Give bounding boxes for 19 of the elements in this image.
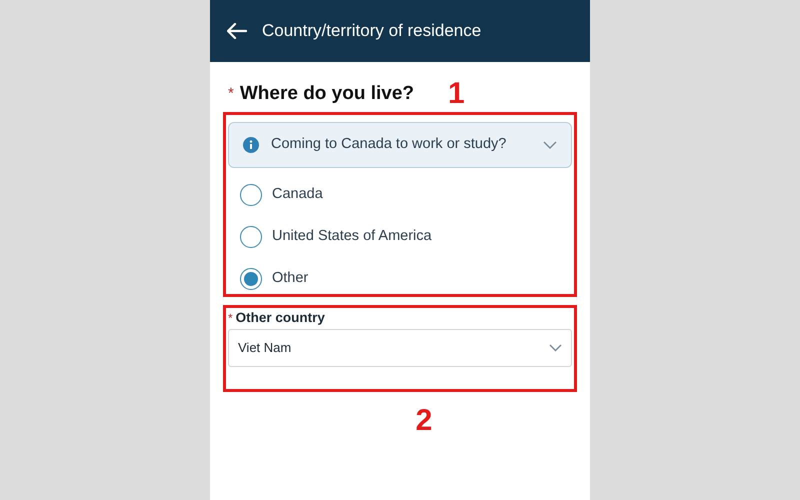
radio-option[interactable]: Canada [240, 184, 572, 206]
header-title: Country/territory of residence [262, 20, 482, 42]
back-button[interactable] [226, 20, 248, 42]
country-select[interactable]: Viet Nam [228, 329, 572, 367]
radio-option[interactable]: Other [240, 268, 572, 290]
required-marker: * [228, 84, 234, 104]
info-icon [243, 137, 259, 153]
info-dropdown[interactable]: Coming to Canada to work or study? [228, 122, 572, 168]
chevron-icon [543, 141, 557, 149]
radio-button[interactable] [240, 226, 262, 248]
chevron-icon [549, 344, 562, 352]
annotation-number: 1 [448, 79, 465, 109]
field-label: Other country [236, 308, 325, 327]
question-label: Where do you live? [240, 82, 414, 106]
required-marker: * [228, 310, 233, 327]
annotation-number: 2 [416, 406, 432, 436]
radio-button[interactable] [240, 268, 262, 290]
radio-button[interactable] [240, 184, 262, 206]
radio-option[interactable]: United States of America [240, 226, 572, 248]
